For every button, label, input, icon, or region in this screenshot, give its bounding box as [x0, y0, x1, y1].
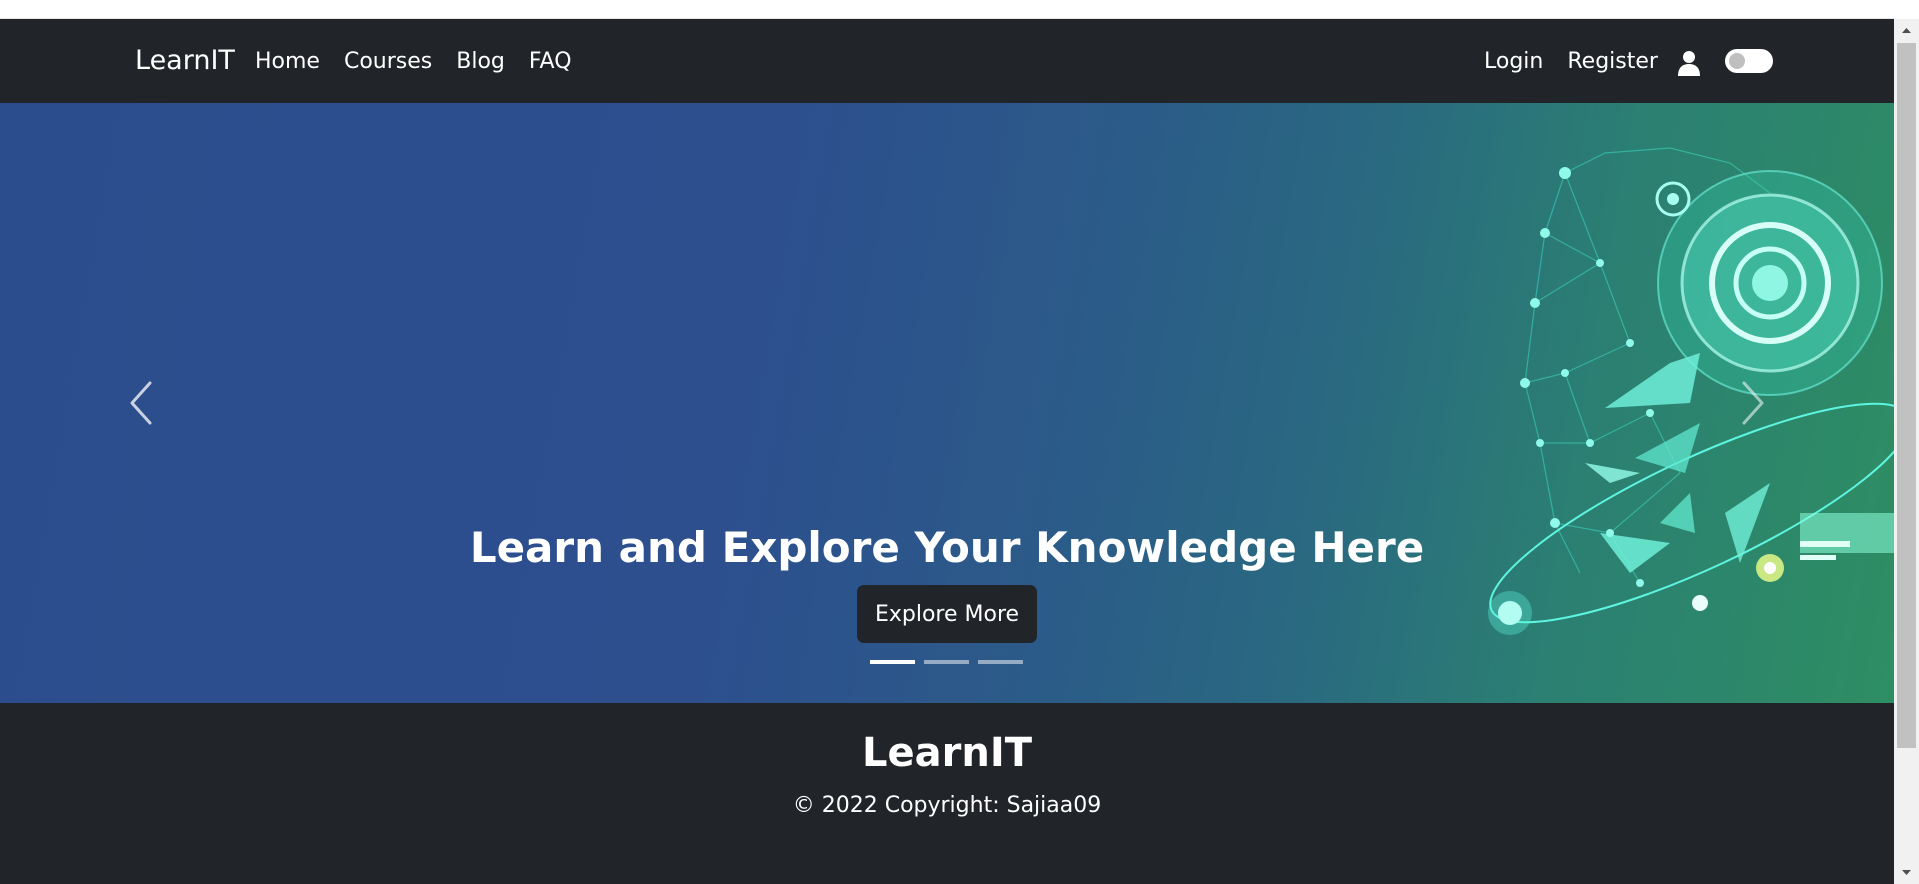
nav-link-faq[interactable]: FAQ	[529, 49, 572, 74]
carousel-indicator-2[interactable]	[924, 660, 969, 664]
login-link[interactable]: Login	[1484, 49, 1543, 74]
toggle-knob	[1729, 53, 1745, 69]
scrollbar-thumb[interactable]	[1897, 43, 1916, 748]
nav-link-courses[interactable]: Courses	[344, 49, 432, 74]
hero-caption: Learn and Explore Your Knowledge Here	[469, 523, 1425, 572]
carousel-next-button[interactable]	[1732, 373, 1772, 433]
carousel-indicator-3[interactable]	[978, 660, 1023, 664]
nav-link-blog[interactable]: Blog	[456, 49, 505, 74]
browser-top-strip	[0, 0, 1894, 19]
register-link[interactable]: Register	[1567, 49, 1658, 74]
auth-nav: Login Register	[1484, 49, 1658, 74]
scroll-down-arrow-icon[interactable]	[1894, 862, 1919, 884]
footer-brand: LearnIT	[862, 730, 1032, 776]
page-viewport: LearnIT Home Courses Blog FAQ Login Regi…	[0, 19, 1894, 884]
explore-more-button[interactable]: Explore More	[857, 585, 1037, 643]
footer-copyright: © 2022 Copyright: Sajiaa09	[792, 793, 1102, 818]
carousel-prev-button[interactable]	[122, 373, 162, 433]
user-icon[interactable]	[1677, 50, 1701, 76]
page-footer: LearnIT © 2022 Copyright: Sajiaa09	[0, 703, 1894, 884]
theme-toggle[interactable]	[1725, 49, 1773, 73]
nav-link-home[interactable]: Home	[255, 49, 320, 74]
main-nav: Home Courses Blog FAQ	[255, 49, 572, 74]
hero-carousel: Learn and Explore Your Knowledge Here Ex…	[0, 103, 1894, 703]
brand-logo[interactable]: LearnIT	[135, 45, 235, 76]
scroll-up-arrow-icon[interactable]	[1894, 19, 1919, 41]
vertical-scrollbar[interactable]	[1894, 19, 1919, 884]
ai-head-illustration	[1488, 147, 1894, 635]
carousel-indicators	[870, 660, 1023, 664]
top-navbar: LearnIT Home Courses Blog FAQ Login Regi…	[0, 19, 1894, 103]
carousel-indicator-1[interactable]	[870, 660, 915, 664]
